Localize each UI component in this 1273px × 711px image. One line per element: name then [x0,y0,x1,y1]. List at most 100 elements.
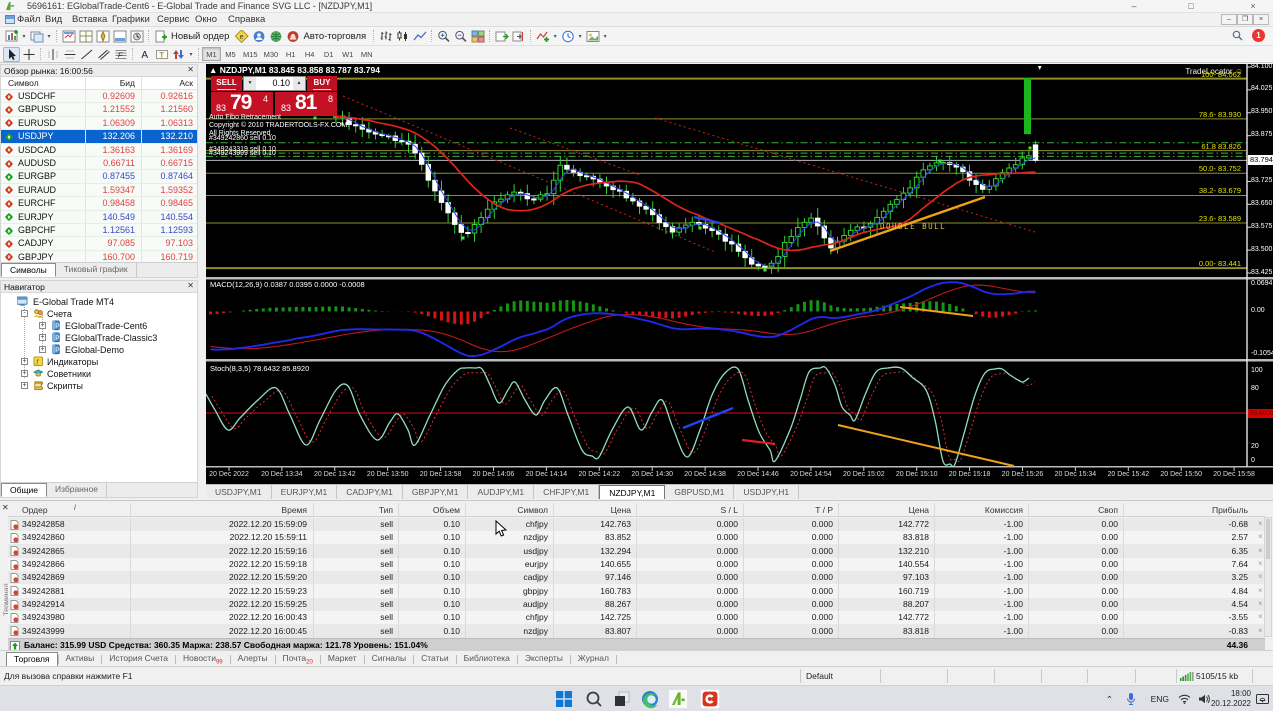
data-window-icon[interactable] [77,29,94,44]
menu-файл[interactable]: Файл [17,14,40,25]
terminal-tab-история-счета[interactable]: История Счета [102,652,175,666]
volume-decrease-icon[interactable]: ▼ [244,77,256,90]
taskbar-camtasia-icon[interactable] [700,689,720,709]
close-order-icon[interactable]: × [1258,626,1263,635]
periods-icon[interactable] [559,29,576,44]
market-watch-icon[interactable] [60,29,77,44]
zoom-out-icon[interactable] [452,29,469,44]
market-watch-row-eurchf[interactable]: EURCHF0.984580.98465 [1,197,197,210]
arrows-dropdown-icon[interactable]: ▾ [187,51,195,58]
orders-column-6[interactable]: S / L [658,505,738,515]
menu-вставка[interactable]: Вставка [72,14,107,25]
close-order-icon[interactable]: × [1258,532,1263,541]
tree-expander-icon[interactable]: + [39,334,46,341]
tree-expander-icon[interactable]: + [21,382,28,389]
market-watch-row-usdchf[interactable]: USDCHF0.926090.92616 [1,90,197,103]
taskbar-edge-icon[interactable] [640,689,660,709]
order-row-349243999[interactable]: 3492439992022.12.20 16:00:45sell0.10nzdj… [8,624,1265,637]
market-watch-row-euraud[interactable]: EURAUD1.593471.59352 [1,184,197,197]
orders-column-1[interactable]: Время [227,505,307,515]
chart-tab-chfjpy-m1[interactable]: CHFJPY,M1 [534,485,599,499]
speaker-icon[interactable] [1198,694,1211,704]
market-watch-row-usdcad[interactable]: USDCAD1.361631.36169 [1,144,197,157]
tree-expander-icon[interactable]: - [21,310,28,317]
market-watch-row-gbpusd[interactable]: GBPUSD1.215521.21560 [1,103,197,116]
order-row-349242858[interactable]: 3492428582022.12.20 15:59:09sell0.10chfj… [8,518,1265,531]
metaeditor-icon[interactable]: e [233,29,250,44]
crosshair-icon[interactable] [20,47,37,62]
line-mode-icon[interactable] [411,29,428,44]
menu-графики[interactable]: Графики [112,14,150,25]
market-watch-row-gbpchf[interactable]: GBPCHF1.125611.12593 [1,224,197,237]
indicators-add-icon[interactable] [534,29,551,44]
market-watch-tab-тиковый-график[interactable]: Тиковый график [56,263,137,277]
hline-icon[interactable] [61,47,78,62]
microphone-icon[interactable] [1125,692,1137,706]
close-order-icon[interactable]: × [1258,612,1263,621]
tree-expander-icon[interactable]: + [39,322,46,329]
order-row-349243980[interactable]: 3492439802022.12.20 16:00:43sell0.10chfj… [8,611,1265,624]
orders-column-0[interactable]: Ордер [22,505,48,515]
timeframe-d1[interactable]: D1 [319,47,338,61]
taskbar-task-view-icon[interactable] [612,689,632,709]
close-order-icon[interactable]: × [1258,572,1263,581]
timeframe-h4[interactable]: H4 [300,47,319,61]
tree-expander-icon[interactable]: + [39,346,46,353]
chart-tab-audjpy-m1[interactable]: AUDJPY,M1 [468,485,534,499]
timeframe-m15[interactable]: M15 [240,47,261,61]
terminal-tab-журнал[interactable]: Журнал [571,652,616,666]
close-order-icon[interactable]: × [1258,519,1263,528]
ask-price-display[interactable]: 83 81 8 [275,92,337,116]
orders-column-9[interactable]: Комиссия [943,505,1023,515]
market-watch-row-eurgbp[interactable]: EURGBP0.874550.87464 [1,170,197,183]
new-chart-dropdown-icon[interactable]: ▾ [20,33,28,40]
terminal-tab-сигналы[interactable]: Сигналы [365,652,413,666]
periods-dropdown-icon[interactable]: ▾ [576,33,584,40]
orders-column-11[interactable]: Прибыль [1168,505,1248,515]
chart-tab-gbpjpy-m1[interactable]: GBPJPY,M1 [403,485,469,499]
tray-expand-icon[interactable]: ⌃ [1106,686,1113,711]
order-row-349242869[interactable]: 3492428692022.12.20 15:59:20sell0.10cadj… [8,571,1265,584]
close-order-icon[interactable]: × [1258,586,1263,595]
channel-icon[interactable] [95,47,112,62]
menu-справка[interactable]: Справка [228,14,265,25]
timeframe-w1[interactable]: W1 [338,47,357,61]
orders-column-3[interactable]: Объем [380,505,460,515]
order-row-349242914[interactable]: 3492429142022.12.20 15:59:25sell0.10audj… [8,598,1265,611]
timeframe-h1[interactable]: H1 [281,47,300,61]
menu-сервис[interactable]: Сервис [157,14,190,25]
terminal-tab-активы[interactable]: Активы [59,652,102,666]
new-order-icon[interactable] [152,29,169,44]
profiles-icon[interactable] [28,29,45,44]
chart-tab-eurjpy-m1[interactable]: EURJPY,M1 [272,485,338,499]
market-watch-row-eurjpy[interactable]: EURJPY140.549140.554 [1,211,197,224]
taskbar-search-icon[interactable] [584,689,604,709]
indicators-add-dropdown-icon[interactable]: ▾ [551,33,559,40]
tray-clock[interactable]: 18:00 20.12.2022 [1211,689,1251,709]
templates-icon[interactable] [584,29,601,44]
chart-window[interactable]: ▲ NZDJPY,M1 83.845 83.858 83.787 83.794 … [206,64,1273,484]
window-close-button[interactable]: × [1239,0,1267,12]
templates-dropdown-icon[interactable]: ▾ [601,33,609,40]
mql-community-icon[interactable] [250,29,267,44]
wifi-icon[interactable] [1178,694,1191,704]
autotrade-label[interactable]: Авто-торговля [303,31,366,42]
order-row-349242866[interactable]: 3492428662022.12.20 15:59:18sell0.10eurj… [8,558,1265,571]
bid-price-display[interactable]: 83 79 4 [211,92,273,116]
terminal-tab-эксперты[interactable]: Эксперты [518,652,570,666]
arrows-icon[interactable] [170,47,187,62]
auto-scroll-icon[interactable] [493,29,510,44]
bars-mode-icon[interactable] [377,29,394,44]
terminal-tab-статьи[interactable]: Статьи [414,652,456,666]
label-icon[interactable]: T [153,47,170,62]
taskbar-mt4-icon[interactable] [668,689,688,709]
market-watch-row-audusd[interactable]: AUDUSD0.667110.66715 [1,157,197,170]
text-icon[interactable]: A [136,47,153,62]
terminal-tab-маркет[interactable]: Маркет [321,652,364,666]
navigator-icon[interactable] [94,29,111,44]
timeframe-m30[interactable]: M30 [261,47,282,61]
candles-mode-icon[interactable] [394,29,411,44]
close-order-icon[interactable]: × [1258,546,1263,555]
terminal-tab-почта[interactable]: Почта20 [276,652,320,666]
cursor-icon[interactable] [3,47,20,62]
